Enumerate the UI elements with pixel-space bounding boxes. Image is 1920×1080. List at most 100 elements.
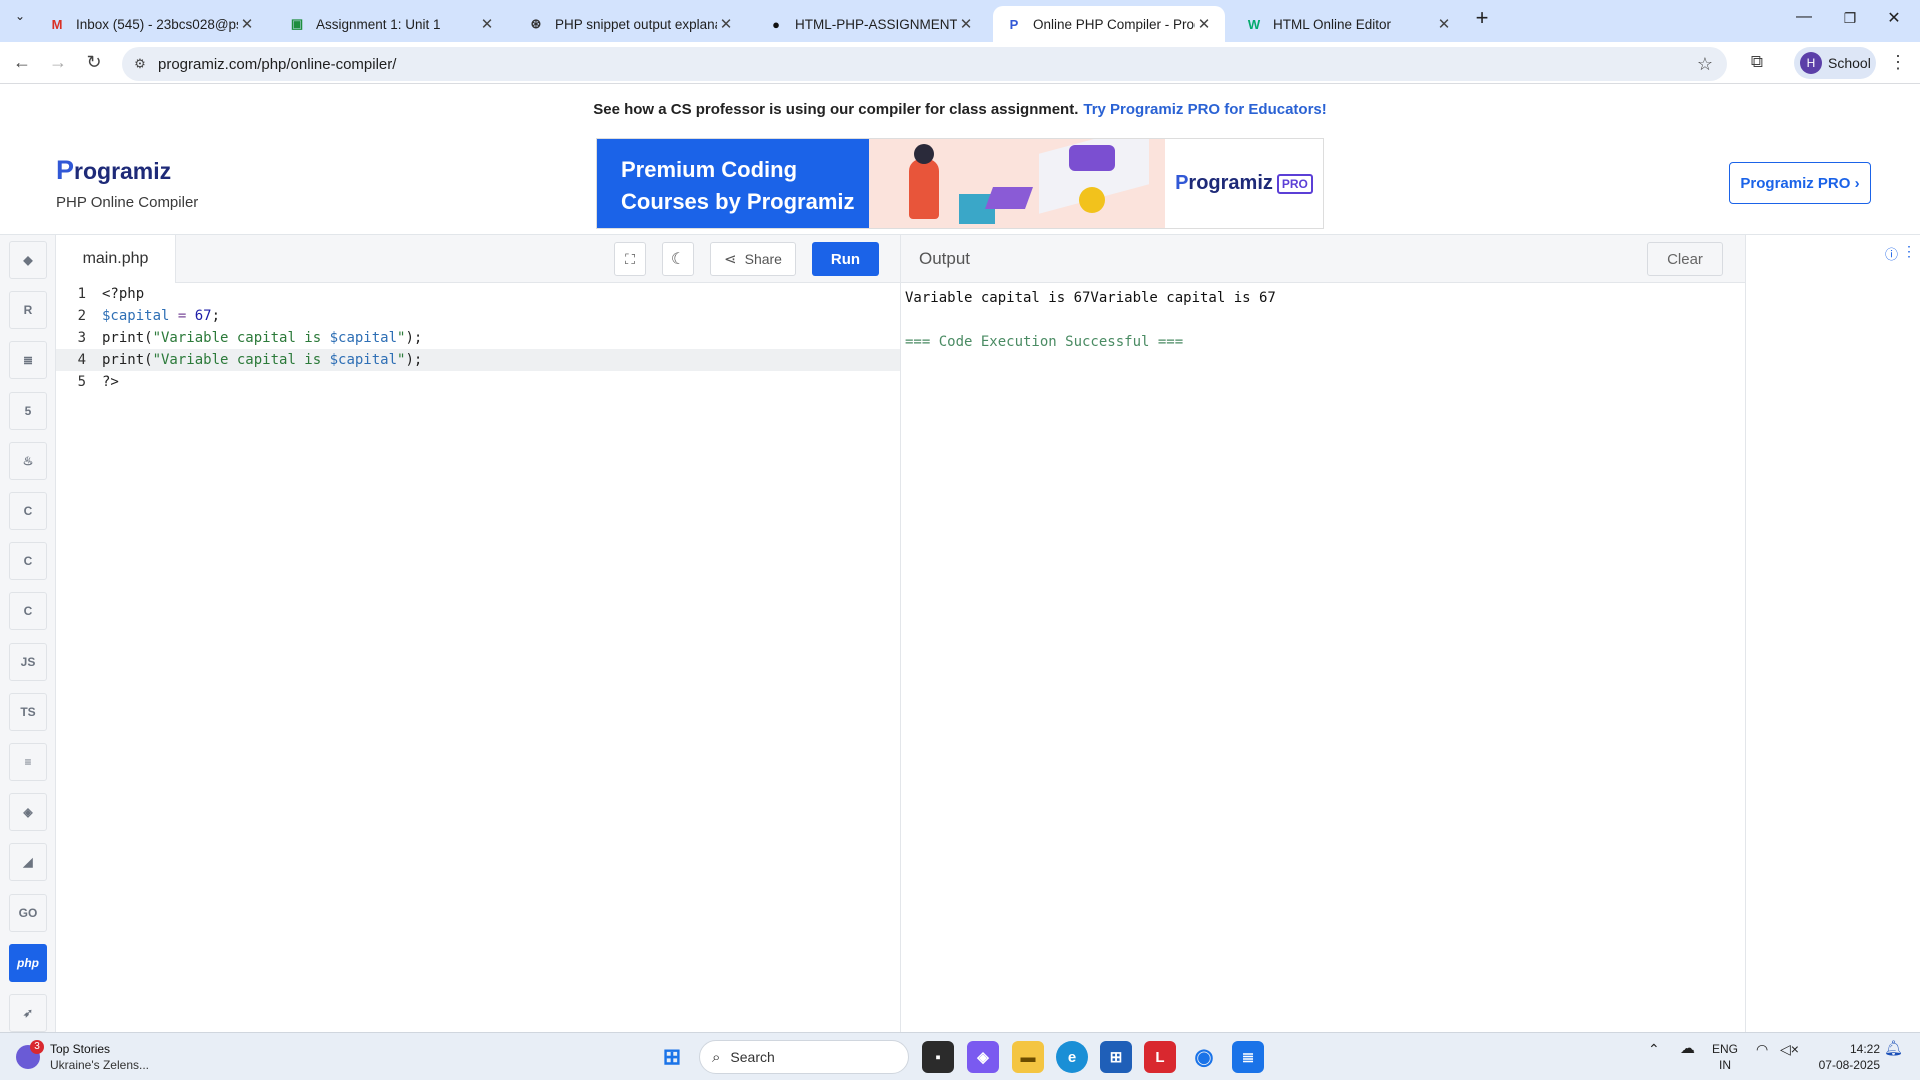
line-code: print("Variable capital is $capital");: [102, 330, 423, 346]
tab-title: HTML-PHP-ASSIGNMENT-HAR: [795, 16, 957, 32]
code-line[interactable]: 2 $capital = 67;: [56, 305, 900, 327]
store-app-icon[interactable]: ⊞: [1100, 1041, 1132, 1073]
language-csharp-icon[interactable]: C: [9, 592, 47, 631]
search-placeholder: Search: [730, 1049, 775, 1065]
code-line[interactable]: 1 <?php: [56, 283, 900, 305]
chrome-app-icon[interactable]: ◉: [1188, 1041, 1220, 1073]
language-swift-icon[interactable]: ➶: [9, 994, 47, 1032]
tray-chevron-icon[interactable]: ⌃: [1648, 1041, 1660, 1057]
taskbar-search[interactable]: ⌕ Search: [699, 1040, 909, 1074]
tab-gmail[interactable]: M Inbox (545) - 23bcs028@psgrkc✕: [36, 6, 268, 42]
address-bar[interactable]: ⚙ programiz.com/php/online-compiler/ ☆: [122, 47, 1727, 81]
code-line[interactable]: 5 ?>: [56, 371, 900, 393]
tab-w3[interactable]: W HTML Online Editor ✕: [1233, 6, 1465, 42]
language-go-icon[interactable]: GO: [9, 893, 47, 932]
ad-banner[interactable]: Premium Coding Courses by Programiz Progr…: [596, 138, 1324, 229]
news-widget[interactable]: 3 Top Stories Ukraine's Zelens...: [16, 1040, 149, 1073]
tab-close-icon[interactable]: ✕: [957, 15, 975, 33]
language-html-icon[interactable]: 5: [9, 391, 47, 430]
windows-start-icon[interactable]: ⊞: [656, 1041, 688, 1073]
tab-programiz[interactable]: P Online PHP Compiler - Program✕: [993, 6, 1225, 42]
tab-close-icon[interactable]: ✕: [238, 15, 256, 33]
tab-title: Online PHP Compiler - Program: [1033, 16, 1195, 32]
wifi-icon[interactable]: ◠: [1756, 1041, 1768, 1057]
promo-link[interactable]: Try Programiz PRO for Educators!: [1083, 101, 1326, 118]
edge-app-icon[interactable]: e: [1056, 1041, 1088, 1073]
onedrive-icon[interactable]: ☁: [1680, 1041, 1695, 1057]
tab-classroom[interactable]: ▣ Assignment 1: Unit 1 ✕: [276, 6, 508, 42]
tab-chatgpt[interactable]: ⊛ PHP snippet output explanation✕: [515, 6, 747, 42]
run-button[interactable]: Run: [812, 242, 879, 276]
language-scala-icon[interactable]: ≡: [9, 743, 47, 781]
language-ruby-icon[interactable]: ◈: [9, 793, 47, 832]
close-window-button[interactable]: ✕: [1874, 8, 1914, 28]
line-number: 3: [77, 330, 86, 346]
tab-close-icon[interactable]: ✕: [478, 15, 496, 33]
address-toolbar: ← → ↻ ⚙ programiz.com/php/online-compile…: [0, 42, 1920, 84]
share-button[interactable]: ⋖ Share: [710, 242, 796, 276]
promo-banner: See how a CS professor is using our comp…: [0, 85, 1920, 133]
fullscreen-icon[interactable]: ⛶: [614, 242, 646, 276]
clear-button[interactable]: Clear: [1647, 242, 1723, 276]
input-language[interactable]: ENG IN: [1712, 1041, 1738, 1073]
news-subtitle: Ukraine's Zelens...: [50, 1058, 149, 1072]
l-app-icon[interactable]: L: [1144, 1041, 1176, 1073]
tab-close-icon[interactable]: ✕: [1435, 15, 1453, 33]
tab-search-chevron-icon[interactable]: ⌄: [0, 9, 40, 23]
browser-tab-bar: ⌄ MInbox (545) - 23bcs028@psgrkc✕▣Assign…: [0, 0, 1920, 42]
restore-button[interactable]: ❐: [1830, 10, 1870, 27]
tab-close-icon[interactable]: ✕: [717, 15, 735, 33]
windows-taskbar: 3 Top Stories Ukraine's Zelens... ⊞ ⌕ Se…: [0, 1032, 1920, 1080]
reload-button[interactable]: ↻: [82, 52, 106, 73]
code-editor[interactable]: 1 <?php 2 $capital = 67; 3 print("Variable ca…: [56, 283, 900, 1032]
bookmark-star-icon[interactable]: ☆: [1697, 54, 1713, 75]
code-line[interactable]: 3 print("Variable capital is $capital");: [56, 327, 900, 349]
new-tab-button[interactable]: +: [1462, 5, 1502, 31]
info-icon[interactable]: ⓘ: [1885, 244, 1898, 263]
volume-muted-icon[interactable]: ◁×: [1780, 1041, 1799, 1057]
file-tab-main-php[interactable]: main.php: [56, 235, 176, 283]
more-options-icon[interactable]: ⋮: [1902, 243, 1916, 260]
folder-app-icon[interactable]: ▬: [1012, 1041, 1044, 1073]
avatar: H: [1800, 52, 1822, 74]
site-info-icon[interactable]: ⚙: [122, 56, 158, 72]
news-title: Top Stories: [50, 1042, 111, 1056]
site-header: Programiz PHP Online Compiler Premium Co…: [0, 133, 1920, 235]
m365-app-icon[interactable]: ◈: [967, 1041, 999, 1073]
tab-close-icon[interactable]: ✕: [1195, 15, 1213, 33]
notification-bell-icon[interactable]: 🔔︎: [1884, 1041, 1903, 1057]
github-icon: ●: [772, 16, 780, 32]
language-sql-icon[interactable]: ≣: [9, 341, 47, 380]
notepad-app-icon[interactable]: ≣: [1232, 1041, 1264, 1073]
tab-github[interactable]: ● HTML-PHP-ASSIGNMENT-HAR✕: [755, 6, 987, 42]
forward-button[interactable]: →: [46, 52, 70, 73]
programiz-pro-button[interactable]: Programiz PRO ›: [1729, 162, 1871, 204]
language-c-icon[interactable]: C: [9, 492, 47, 530]
line-code: $capital = 67;: [102, 308, 221, 324]
line-number: 2: [77, 308, 86, 324]
file-manager-app-icon[interactable]: ▪: [922, 1041, 954, 1073]
language-ts-icon[interactable]: TS: [9, 692, 47, 731]
code-line[interactable]: 4 print("Variable capital is $capital");: [56, 349, 900, 371]
language-java-icon[interactable]: ♨: [9, 441, 47, 480]
language-php-icon[interactable]: php: [9, 943, 47, 982]
language-js-icon[interactable]: JS: [9, 642, 47, 681]
chatgpt-icon: ⊛: [530, 16, 542, 31]
clock[interactable]: 14:22 07-08-2025: [1810, 1041, 1880, 1073]
browser-menu-icon[interactable]: ⋮: [1886, 52, 1910, 73]
minimize-button[interactable]: —: [1784, 8, 1824, 26]
search-icon: ⌕: [712, 1048, 721, 1066]
programiz-logo[interactable]: Programiz: [56, 155, 171, 186]
profile-button[interactable]: H School: [1794, 47, 1876, 79]
language-cpp-icon[interactable]: C: [9, 542, 47, 581]
output-toolbar: Output Clear: [900, 235, 1745, 283]
line-code: print("Variable capital is $capital");: [102, 352, 423, 368]
language-python-icon[interactable]: ◆: [9, 241, 47, 279]
language-r-icon[interactable]: R: [9, 291, 47, 330]
language-rust-icon[interactable]: ◢: [9, 843, 47, 882]
dark-mode-moon-icon[interactable]: ☾: [662, 242, 694, 276]
share-label: Share: [744, 251, 782, 267]
back-button[interactable]: ←: [10, 52, 34, 73]
url-text: programiz.com/php/online-compiler/: [158, 55, 397, 73]
extensions-icon[interactable]: ⧉: [1745, 52, 1769, 72]
